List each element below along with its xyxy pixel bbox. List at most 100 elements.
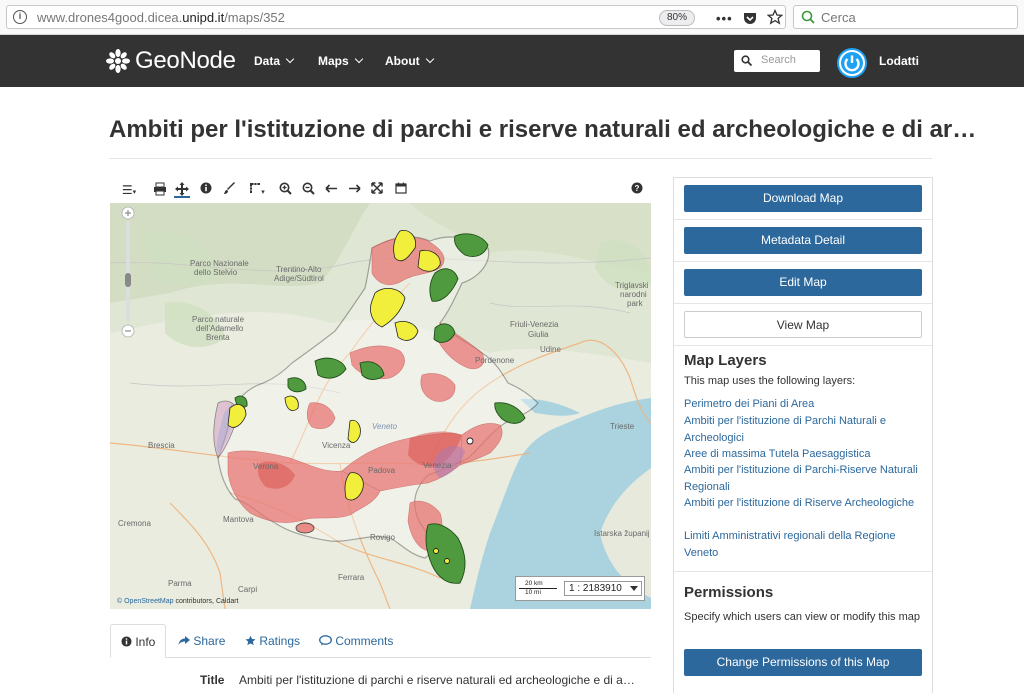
map-label: Udine	[540, 345, 561, 354]
map-label: Parco Nazionale	[190, 259, 249, 268]
map-label: Pordenone	[475, 356, 515, 365]
zoom-out-icon[interactable]	[300, 182, 316, 198]
map-label: Adige/Südtirol	[274, 274, 324, 283]
layers-menu-icon[interactable]: ☰▾	[118, 182, 140, 198]
url-text[interactable]: www.drones4good.dicea.unipd.it/maps/352	[37, 10, 285, 25]
map-label: narodni	[620, 290, 647, 299]
map-label: Cremona	[118, 519, 151, 528]
map-label: Rovigo	[370, 533, 395, 542]
map-label: Trieste	[610, 422, 635, 431]
map-viewport[interactable]: Parco Nazionale dello Stelvio Parco natu…	[110, 203, 651, 609]
bookmark-star-icon[interactable]	[767, 9, 783, 25]
layer-link[interactable]: Limiti Amministrativi regionali della Re…	[684, 528, 920, 561]
nav-search-placeholder: Search	[761, 54, 796, 66]
scale-control: 20 km 10 mi 1 : 2183910	[515, 576, 645, 601]
layer-link[interactable]: Ambiti per l'istituzione di Parchi Natur…	[684, 413, 920, 446]
zoom-in-icon[interactable]	[277, 182, 293, 198]
scale-bar: 20 km 10 mi	[519, 580, 559, 598]
layer-link[interactable]: Ambiti per l'istituzione di Parchi-Riser…	[684, 462, 920, 495]
identify-info-icon[interactable]	[198, 182, 214, 198]
avatar[interactable]	[837, 48, 867, 78]
map-label: Veneto	[372, 422, 398, 431]
dropdown-arrow-icon	[630, 586, 638, 591]
navbar: GeoNode Data Maps About Search Lodatti	[0, 35, 1024, 87]
panel-divider	[674, 345, 932, 346]
pan-icon[interactable]	[174, 182, 190, 198]
help-icon[interactable]: ?	[629, 182, 645, 198]
pocket-icon[interactable]	[742, 10, 758, 26]
zoom-level-badge[interactable]: 80%	[659, 10, 695, 26]
calendar-icon[interactable]	[393, 182, 409, 198]
share-icon	[178, 636, 190, 645]
metadata-detail-button[interactable]: Metadata Detail	[684, 227, 922, 254]
panel-divider	[674, 571, 932, 572]
view-map-button[interactable]: View Map	[684, 311, 922, 338]
osm-link[interactable]: © OpenStreetMap	[117, 598, 174, 605]
map-label: Mantova	[223, 515, 254, 524]
page-title: Ambiti per l'istituzione di parchi e ris…	[109, 116, 977, 143]
geonode-logo[interactable]: GeoNode	[105, 46, 236, 76]
nav-data-menu[interactable]: Data	[254, 54, 295, 68]
chevron-down-icon	[425, 54, 434, 64]
title-divider	[109, 158, 932, 159]
map-label: Parma	[168, 579, 192, 588]
arrow-right-icon[interactable]	[346, 182, 362, 198]
chevron-down-icon	[285, 54, 295, 64]
logo-text: GeoNode	[135, 47, 236, 74]
map-label: Triglavski	[615, 281, 649, 290]
map-label: Parco naturale	[192, 315, 245, 324]
tab-comments[interactable]: Comments	[319, 624, 393, 658]
info-title-value: Ambiti per l'istituzione di parchi e ris…	[239, 673, 635, 687]
edit-map-button[interactable]: Edit Map	[684, 269, 922, 296]
fullscreen-icon[interactable]	[369, 182, 385, 198]
map-layers-heading: Map Layers	[684, 352, 767, 369]
map-label: Ferrara	[338, 573, 365, 582]
map-side-panel: Download Map Metadata Detail Edit Map Vi…	[673, 177, 933, 693]
change-permissions-button[interactable]: Change Permissions of this Map	[684, 649, 922, 676]
map-label: Venezia	[423, 461, 452, 470]
map-label: park	[627, 299, 643, 308]
map-label: dello Stelvio	[194, 268, 238, 277]
measure-menu-icon[interactable]: ▾	[244, 182, 270, 198]
map-label: Giulia	[528, 330, 549, 339]
scale-select[interactable]: 1 : 2183910	[564, 581, 642, 596]
browser-search-placeholder: Cerca	[821, 10, 856, 25]
tab-ratings[interactable]: Ratings	[245, 624, 300, 658]
layer-link[interactable]: Perimetro dei Piani di Area	[684, 396, 920, 413]
panel-divider	[674, 219, 932, 220]
panel-divider	[674, 261, 932, 262]
nav-search-input[interactable]: Search	[734, 50, 820, 72]
search-icon	[741, 55, 752, 66]
user-menu[interactable]: Lodatti	[879, 54, 919, 68]
permissions-heading: Permissions	[684, 584, 774, 601]
print-icon[interactable]	[152, 182, 168, 198]
map-attribution: © OpenStreetMap contributors, Caldart	[117, 598, 239, 605]
layer-link[interactable]: Aree di massima Tutela Paesaggistica	[684, 446, 920, 463]
browser-toolbar: i www.drones4good.dicea.unipd.it/maps/35…	[0, 0, 1024, 35]
page-actions-icon[interactable]: •••	[716, 11, 733, 26]
map-label: Brenta	[206, 333, 230, 342]
tab-info[interactable]: Info	[110, 624, 167, 658]
draw-brush-icon[interactable]	[221, 182, 237, 198]
detail-tabs: Info Share Ratings Comments	[110, 624, 651, 658]
chevron-down-icon	[354, 54, 363, 64]
nav-maps-menu[interactable]: Maps	[318, 54, 363, 68]
info-icon	[121, 636, 132, 647]
map-label: Carpi	[238, 585, 258, 594]
site-info-icon[interactable]: i	[13, 10, 27, 24]
browser-search-field[interactable]: Cerca	[793, 5, 1018, 29]
layer-link[interactable]: Ambiti per l'istituzione di Riserve Arch…	[684, 495, 920, 512]
map-layers-intro: This map uses the following layers:	[684, 375, 856, 387]
download-map-button[interactable]: Download Map	[684, 185, 922, 212]
arrow-left-icon[interactable]	[323, 182, 339, 198]
map-label: Brescia	[148, 441, 175, 450]
search-engine-icon	[801, 10, 815, 24]
nav-about-menu[interactable]: About	[385, 54, 434, 68]
geonode-logo-icon	[106, 49, 130, 73]
tab-share[interactable]: Share	[178, 624, 225, 658]
map-label: Istarska županij	[594, 529, 650, 538]
info-title-label: Title	[200, 673, 225, 687]
panel-divider	[674, 303, 932, 304]
map-label: Vicenza	[322, 441, 351, 450]
address-bar[interactable]: i www.drones4good.dicea.unipd.it/maps/35…	[6, 5, 786, 29]
